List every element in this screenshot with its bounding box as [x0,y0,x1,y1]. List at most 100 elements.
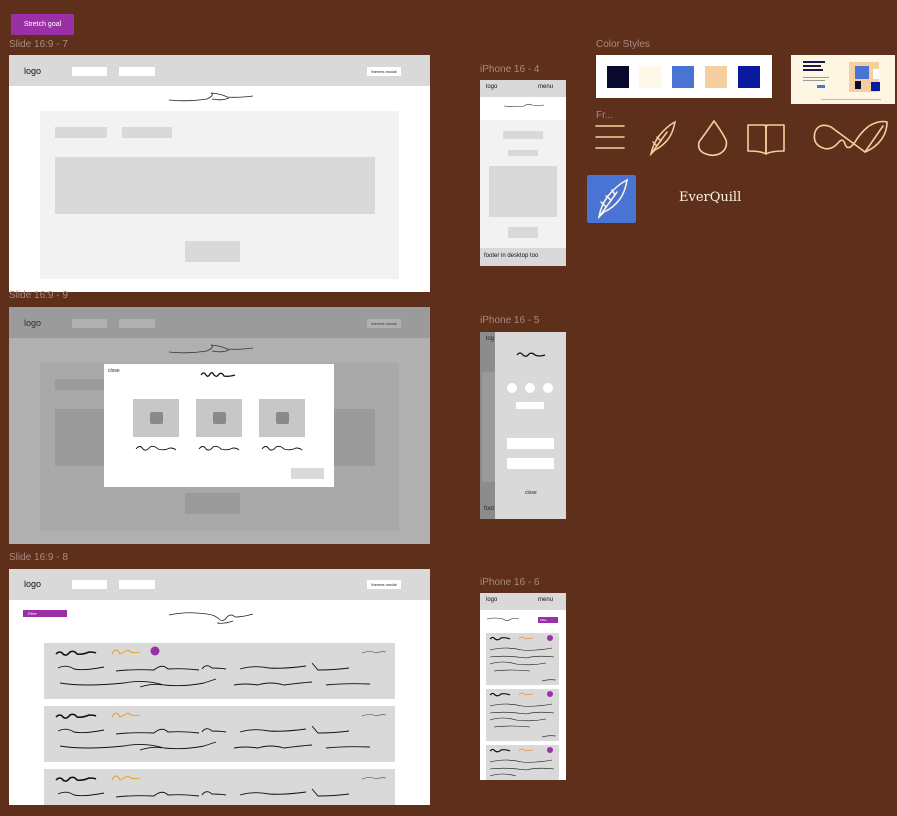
menu-item[interactable] [516,402,544,409]
close-button[interactable]: close [108,368,120,374]
iphone-4-frame[interactable]: logo menu footer in desktop too [480,80,566,266]
theme-name-scribble [135,445,177,451]
color-swatch-royal-blue[interactable] [738,66,760,88]
thumb-swatch-blue [855,66,869,79]
entry-card[interactable] [486,633,559,685]
theme-option-image[interactable] [196,399,242,437]
entry-card[interactable] [44,706,395,762]
modal-title-scribble [200,372,236,377]
entry-scribbles [55,646,387,688]
text-area-placeholder [55,157,375,214]
mobile-header: logo menu [480,593,566,610]
logo-text: logo [486,597,498,603]
color-swatch-blue[interactable] [672,66,694,88]
logo-text: logo [24,579,42,589]
filter-button[interactable]: Filter [538,617,558,623]
icons-row [595,119,888,157]
mobile-menu-drawer: close [495,332,566,519]
slide-7-frame[interactable]: logo themes modal [9,55,430,292]
entry-scribbles [55,775,387,798]
frame-label-iphone5[interactable]: iPhone 16 - 5 [480,315,540,326]
slide-9-frame[interactable]: logo themes modal close [9,307,430,544]
theme-option-image[interactable] [133,399,179,437]
menu-item[interactable] [507,438,554,449]
theme-dot[interactable] [543,383,553,393]
frame-label-iphone6[interactable]: iPhone 16 - 6 [480,577,540,588]
frame-label-slide8[interactable]: Slide 16:9 - 8 [9,552,68,563]
slide-8-header: logo themes modal [9,569,430,600]
themes-modal: close [104,364,334,487]
nav-placeholder [119,580,155,589]
brand-name: EverQuill [679,190,742,205]
entry-scribbles [55,712,387,751]
signature-scribble [503,103,545,107]
theme-dot[interactable] [525,383,535,393]
themes-modal-button[interactable]: themes modal [367,67,401,76]
slide-7-header: logo themes modal [9,55,430,86]
nav-placeholder [119,67,155,76]
theme-name-scribble [261,445,303,451]
frame-label-iphone4[interactable]: iPhone 16 - 4 [480,64,540,75]
thumb-text [803,77,829,78]
quill-signature-icon [813,120,888,153]
tab-placeholder [503,131,543,139]
entry-card[interactable] [486,745,559,780]
submit-button-placeholder[interactable] [185,241,240,262]
content-panel [40,111,399,279]
book-icon [747,124,785,155]
logo-text: logo [486,84,498,90]
image-icon [275,412,289,424]
nav-placeholder [72,580,107,589]
stretch-goal-tag[interactable]: Stretch goal [11,14,74,35]
nav-placeholder [72,67,107,76]
mobile-content [480,120,566,248]
entry-card[interactable] [486,689,559,741]
tab-placeholder [508,150,538,156]
thumb-text [803,80,825,81]
drop-icon [697,119,728,157]
thumb-swatch-royal [871,82,880,91]
signature-scribble [168,92,254,102]
menu-title-scribble [516,352,546,357]
theme-dot[interactable] [507,383,517,393]
entry-card[interactable] [44,643,395,699]
image-icon [149,412,163,424]
menu-item[interactable] [507,458,554,469]
menu-icon [595,125,625,149]
frame-label-color-styles[interactable]: Color Styles [596,39,650,50]
mobile-header: logo menu [480,80,566,97]
thumb-heading [803,65,821,67]
theme-option-image[interactable] [259,399,305,437]
themes-modal-button[interactable]: themes modal [367,580,401,589]
thumb-footer-line [821,99,881,100]
color-swatch-navy[interactable] [607,66,629,88]
iphone-6-frame[interactable]: logo menu Filter [480,593,566,780]
theme-name-scribble [198,445,240,451]
modal-confirm-button[interactable] [291,468,324,479]
thumb-heading [803,69,823,71]
filter-button[interactable]: Filter [23,610,67,617]
image-icon [212,412,226,424]
moodboard-thumbnail[interactable] [791,55,895,104]
entry-scribbles [489,691,557,738]
menu-button[interactable]: menu [538,597,553,603]
frame-label-slide7[interactable]: Slide 16:9 - 7 [9,39,68,50]
color-swatch-cream[interactable] [639,66,661,88]
close-button[interactable]: close [525,490,537,496]
entry-scribbles [489,635,557,682]
color-swatch-peach[interactable] [705,66,727,88]
color-styles-frame[interactable] [596,55,772,98]
iphone-5-frame[interactable]: log foot close [480,332,566,519]
text-area-placeholder [489,166,557,217]
menu-button[interactable]: menu [538,84,553,90]
mobile-footer: footer in desktop too [480,248,566,266]
slide-8-frame[interactable]: logo themes modal Filter [9,569,430,805]
entry-card[interactable] [44,769,395,805]
frame-label-slide9[interactable]: Slide 16:9 - 9 [9,290,68,301]
feather-icon [649,120,677,157]
signature-scribble [486,617,520,621]
thumb-heading [803,61,825,63]
app-icon[interactable] [587,175,636,223]
submit-button-placeholder[interactable] [508,227,538,238]
thumb-button [817,85,825,88]
